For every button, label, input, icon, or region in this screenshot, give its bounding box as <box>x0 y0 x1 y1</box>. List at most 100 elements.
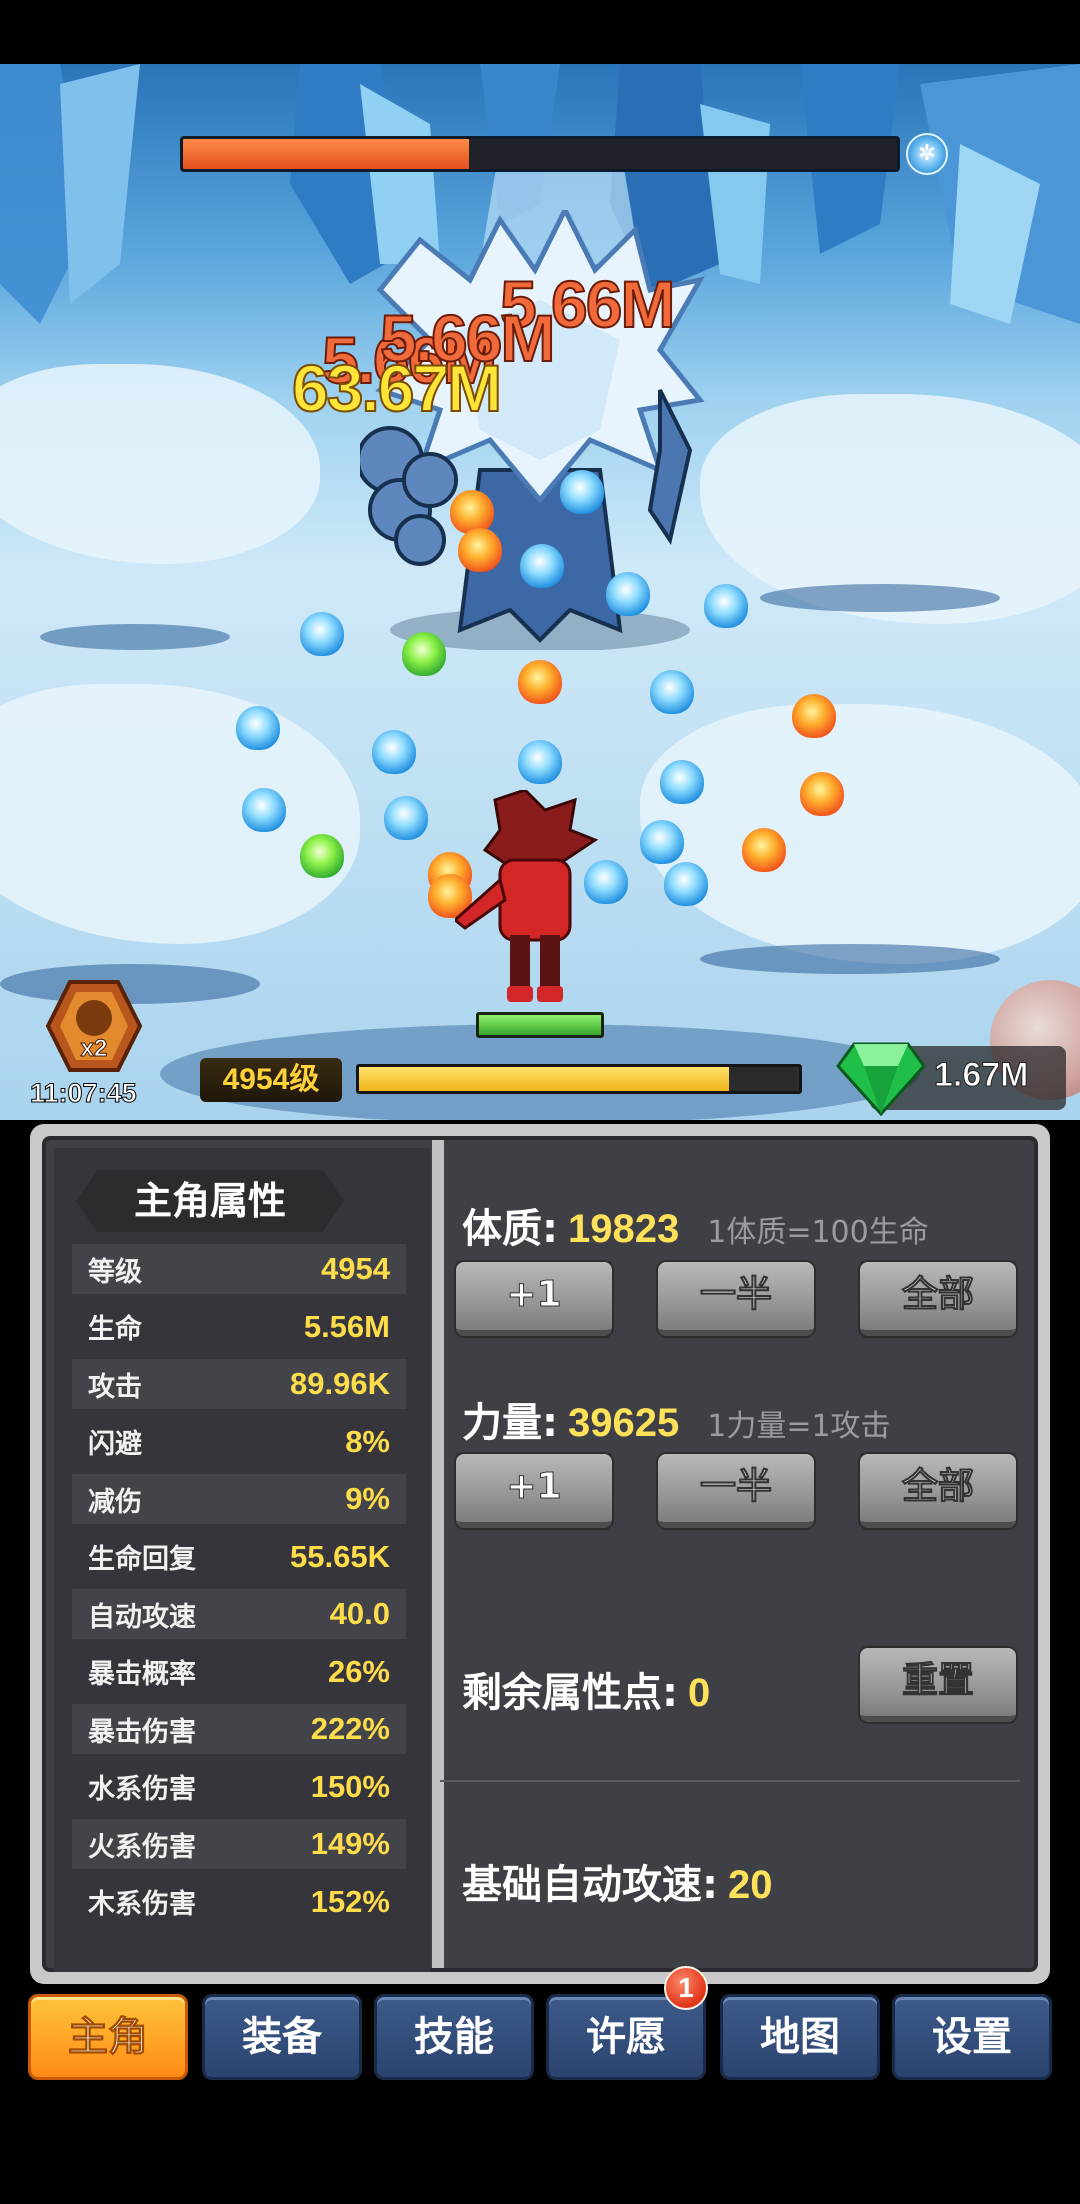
stat-row: 自动攻速 40.0 <box>72 1589 406 1639</box>
stat-row: 暴击概率 26% <box>72 1647 406 1697</box>
stat-label: 生命 <box>88 1314 142 1345</box>
constitution-note: 1体质=100生命 <box>707 1215 929 1250</box>
constitution-half-button[interactable]: 一半 <box>658 1262 814 1336</box>
stat-label: 生命回复 <box>88 1544 196 1575</box>
fire-projectile <box>518 660 562 704</box>
water-projectile <box>704 584 748 628</box>
water-projectile <box>650 670 694 714</box>
stat-label: 减伤 <box>88 1486 142 1518</box>
stat-value: 152% <box>310 1883 390 1919</box>
water-projectile <box>236 706 280 750</box>
water-projectile <box>560 470 604 514</box>
stat-row: 减伤 9% <box>72 1474 406 1524</box>
exp-fill <box>359 1067 729 1091</box>
stat-value: 4954 <box>321 1251 390 1286</box>
exp-bar <box>356 1064 802 1094</box>
buff-timer: 11:07:45 <box>30 1078 138 1109</box>
tab-map[interactable]: 地图 <box>720 1994 880 2080</box>
water-projectile <box>606 572 650 616</box>
buff-multiplier-label: x2 <box>81 1035 108 1062</box>
stat-value: 222% <box>310 1711 390 1746</box>
remaining-points-label: 剩余属性点: <box>462 1670 678 1716</box>
stat-label: 暴击伤害 <box>88 1716 196 1748</box>
stat-row: 等级 4954 <box>72 1244 406 1294</box>
section-separator <box>440 1780 1020 1782</box>
fire-projectile <box>792 694 836 738</box>
base-attack-speed-label: 基础自动攻速: <box>462 1862 718 1908</box>
reset-button[interactable]: 重置 <box>860 1648 1016 1722</box>
stat-row: 生命回复 55.65K <box>72 1532 406 1582</box>
stat-label: 木系伤害 <box>88 1889 196 1920</box>
stat-row: 火系伤害 149% <box>72 1819 406 1869</box>
stat-value: 8% <box>345 1423 390 1459</box>
fire-projectile <box>800 772 844 816</box>
constitution-label: 体质: <box>462 1206 558 1252</box>
strength-value: 39625 <box>568 1401 680 1445</box>
stat-label: 火系伤害 <box>88 1831 196 1863</box>
water-projectile <box>518 740 562 784</box>
base-attack-speed-value: 20 <box>728 1863 773 1907</box>
stat-value: 9% <box>345 1481 390 1516</box>
panel-divider <box>432 1140 444 1968</box>
stat-label: 水系伤害 <box>88 1774 196 1805</box>
stat-row: 木系伤害 152% <box>72 1877 406 1927</box>
stat-row: 闪避 8% <box>72 1417 406 1467</box>
water-projectile <box>384 796 428 840</box>
strength-line: 力量: 39625 1力量=1攻击 <box>462 1390 891 1448</box>
constitution-all-button[interactable]: 全部 <box>860 1262 1016 1336</box>
tab-skills[interactable]: 技能 <box>374 1994 534 2080</box>
wood-projectile <box>300 834 344 878</box>
ice-crack <box>700 944 1000 974</box>
water-projectile <box>640 820 684 864</box>
ice-crack <box>40 624 230 650</box>
fire-projectile <box>458 528 502 572</box>
hero-hp-fill <box>479 1015 601 1035</box>
stats-column: 主角属性 等级 4954 生命 5.56M 攻击 89.96K 闪避 8% 减伤 9% 生命回复 55… <box>54 1148 430 1972</box>
hero-character <box>455 790 599 1002</box>
gem-icon <box>836 1042 926 1116</box>
tab-settings[interactable]: 设置 <box>892 1994 1052 2080</box>
fire-projectile <box>742 828 786 872</box>
wood-projectile <box>402 632 446 676</box>
stat-label: 暴击概率 <box>88 1659 196 1690</box>
strength-plus-one-button[interactable]: +1 <box>456 1454 612 1528</box>
constitution-value: 19823 <box>568 1207 680 1251</box>
damage-number: 63.67M <box>291 350 503 426</box>
stat-row: 攻击 89.96K <box>72 1359 406 1409</box>
stat-value: 26% <box>327 1653 390 1689</box>
tab-equipment[interactable]: 装备 <box>202 1994 362 2080</box>
stat-label: 攻击 <box>88 1371 142 1403</box>
wish-notification-badge: 1 <box>664 1966 708 2010</box>
snowflake-icon: ✲ <box>906 133 948 175</box>
stat-value: 150% <box>310 1768 390 1804</box>
stat-row: 生命 5.56M <box>72 1302 406 1352</box>
strength-half-button[interactable]: 一半 <box>658 1454 814 1528</box>
water-projectile <box>242 788 286 832</box>
ice-crack <box>760 584 1000 612</box>
stat-row: 暴击伤害 222% <box>72 1704 406 1754</box>
stat-value: 89.96K <box>290 1366 390 1401</box>
attribute-title-wrap: 主角属性 <box>76 1170 344 1232</box>
fire-projectile <box>450 490 494 534</box>
attribute-title: 主角属性 <box>76 1170 344 1232</box>
double-reward-buff-badge[interactable]: x2 <box>46 980 142 1072</box>
water-projectile <box>300 612 344 656</box>
strength-note: 1力量=1攻击 <box>707 1409 891 1444</box>
tab-hero[interactable]: 主角 <box>28 1994 188 2080</box>
stat-value: 40.0 <box>329 1596 390 1631</box>
player-level: 4954级 <box>200 1058 342 1102</box>
constitution-plus-one-button[interactable]: +1 <box>456 1262 612 1336</box>
stat-value: 5.56M <box>303 1308 390 1344</box>
stat-value: 55.65K <box>290 1538 390 1574</box>
stat-row: 水系伤害 150% <box>72 1762 406 1812</box>
strength-all-button[interactable]: 全部 <box>860 1454 1016 1528</box>
hero-hp-bar <box>476 1012 604 1038</box>
stat-value: 149% <box>310 1826 390 1861</box>
water-projectile <box>664 862 708 906</box>
remaining-points-line: 剩余属性点: 0 <box>462 1660 710 1718</box>
water-projectile <box>372 730 416 774</box>
water-projectile <box>660 760 704 804</box>
ice-floe <box>640 704 1080 964</box>
water-projectile <box>520 544 564 588</box>
boss-hp-fill <box>183 139 469 169</box>
